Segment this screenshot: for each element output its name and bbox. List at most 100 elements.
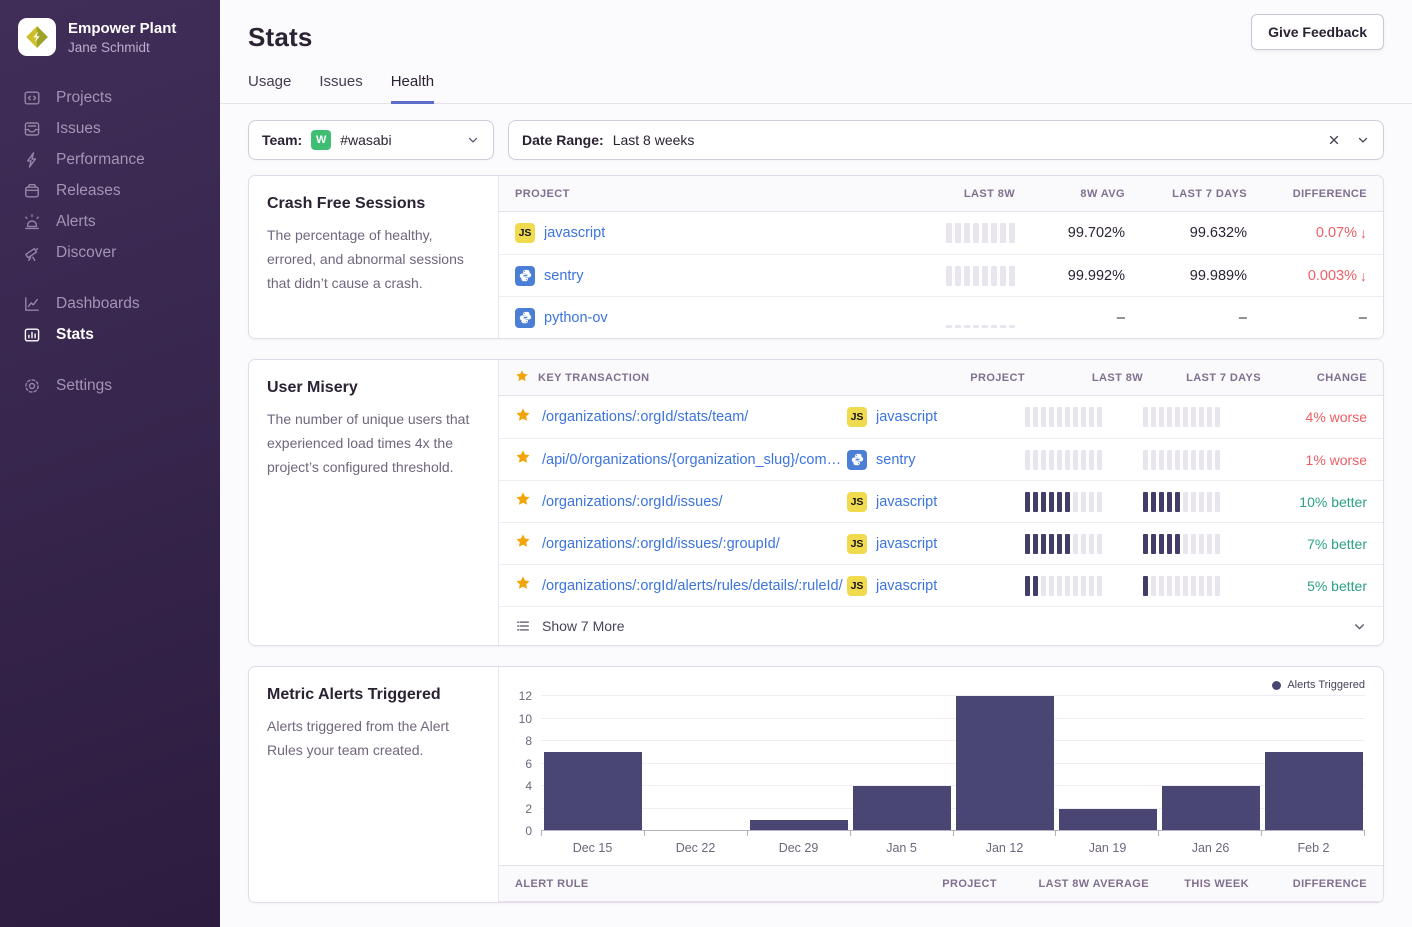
project-link[interactable]: javascript: [876, 536, 937, 552]
project-cell: python-ov: [515, 308, 875, 328]
chevron-down-icon[interactable]: [1356, 133, 1370, 147]
chevron-down-icon: [466, 133, 480, 147]
sidebar-item-settings[interactable]: Settings: [0, 370, 220, 401]
column-header: LAST 8W AVERAGE: [997, 878, 1149, 890]
sparkline-bars: [1025, 492, 1102, 512]
sidebar-item-stats[interactable]: Stats: [0, 319, 220, 350]
chart-body: 024681012: [509, 696, 1365, 831]
project-link[interactable]: javascript: [876, 494, 937, 510]
sidebar-item-dashboards[interactable]: Dashboards: [0, 288, 220, 319]
org-logo-icon: [18, 18, 56, 56]
team-label: Team:: [262, 132, 302, 148]
transaction-link[interactable]: /organizations/:orgId/issues/: [542, 494, 723, 510]
python-icon: [515, 308, 535, 328]
project-link[interactable]: javascript: [876, 578, 937, 594]
team-select[interactable]: Team: W #wasabi: [248, 120, 494, 160]
metric-alerts-panel: Metric Alerts Triggered Alerts triggered…: [248, 666, 1384, 903]
star-icon[interactable]: [515, 491, 531, 512]
page-content: Team: W #wasabi Date Range: Last 8 weeks: [220, 104, 1412, 923]
project-link[interactable]: javascript: [544, 225, 605, 241]
project-link[interactable]: sentry: [544, 268, 584, 284]
last-7-days-sparkline: [1143, 492, 1261, 512]
org-name: Empower Plant: [68, 20, 176, 38]
transaction-link[interactable]: /organizations/:orgId/issues/:groupId/: [542, 536, 780, 552]
user-name: Jane Schmidt: [68, 40, 176, 55]
date-range-label: Date Range:: [522, 132, 604, 148]
difference-value: –: [1247, 310, 1367, 326]
change-value: 7% better: [1261, 536, 1367, 552]
x-tick-label: Jan 19: [1056, 841, 1159, 855]
x-tick-label: Jan 12: [953, 841, 1056, 855]
clear-icon[interactable]: [1327, 133, 1341, 147]
x-tick-label: Jan 26: [1159, 841, 1262, 855]
bar-series: [541, 696, 1365, 831]
tab-issues[interactable]: Issues: [319, 73, 362, 104]
bar: [956, 696, 1054, 831]
bar: [853, 786, 951, 831]
table-row: JSjavascript99.702%99.632%0.07%↓: [499, 212, 1383, 254]
project-cell: JS javascript: [847, 492, 1025, 512]
sparkline-bars: [946, 223, 1015, 243]
date-range-select[interactable]: Date Range: Last 8 weeks: [508, 120, 1384, 160]
sidebar-item-issues[interactable]: Issues: [0, 113, 220, 144]
tab-usage[interactable]: Usage: [248, 73, 291, 104]
bar: [544, 752, 642, 831]
project-cell: sentry: [515, 266, 875, 286]
x-tick-label: Jan 5: [850, 841, 953, 855]
difference-value: 0.07%↓: [1247, 225, 1367, 241]
y-tick-label: 8: [525, 734, 532, 748]
give-feedback-button[interactable]: Give Feedback: [1251, 14, 1384, 50]
dashboards-icon: [23, 295, 41, 313]
table-row: /organizations/:orgId/issues/:groupId/JS…: [499, 522, 1383, 564]
column-header: CHANGE: [1261, 372, 1367, 384]
bar: [1059, 809, 1157, 832]
bar-slot: [541, 696, 644, 831]
star-icon[interactable]: [515, 533, 531, 554]
javascript-icon: JS: [847, 534, 867, 554]
transaction-link[interactable]: /api/0/organizations/{organization_slug}…: [542, 452, 847, 468]
column-header: THIS WEEK: [1149, 878, 1249, 890]
sidebar-item-label: Discover: [56, 244, 116, 262]
last-8w-sparkline: [1025, 534, 1143, 554]
sidebar-item-alerts[interactable]: Alerts: [0, 206, 220, 237]
project-link[interactable]: javascript: [876, 409, 937, 425]
star-icon[interactable]: [515, 575, 531, 596]
stats-icon: [23, 326, 41, 344]
metric-alerts-right: Alerts Triggered024681012Dec 15Dec 22Dec…: [499, 667, 1383, 902]
column-header: PROJECT: [759, 878, 997, 890]
arrow-down-icon: ↓: [1360, 268, 1367, 284]
change-value: 1% worse: [1261, 452, 1367, 468]
javascript-icon: JS: [847, 492, 867, 512]
8w-avg-value: 99.992%: [1015, 268, 1125, 284]
show-more-button[interactable]: Show 7 More: [499, 606, 1383, 645]
project-cell: JSjavascript: [515, 223, 875, 243]
last-7-days-sparkline: [1143, 534, 1261, 554]
sidebar-item-performance[interactable]: Performance: [0, 144, 220, 175]
panel-title: Metric Alerts Triggered: [267, 686, 480, 704]
alerts-bar-chart: Alerts Triggered024681012Dec 15Dec 22Dec…: [499, 667, 1383, 865]
sidebar-item-discover[interactable]: Discover: [0, 237, 220, 268]
project-link[interactable]: python-ov: [544, 310, 608, 326]
star-icon[interactable]: [515, 407, 531, 428]
date-range-value: Last 8 weeks: [613, 132, 695, 148]
org-switcher[interactable]: Empower Plant Jane Schmidt: [0, 18, 220, 56]
sidebar-item-label: Settings: [56, 377, 112, 395]
x-tick-label: Feb 2: [1262, 841, 1365, 855]
page-title: Stats: [248, 22, 1384, 53]
last-8w-sparkline: [1025, 450, 1143, 470]
panel-description: Alerts triggered from the Alert Rules yo…: [267, 714, 480, 762]
sidebar-item-projects[interactable]: Projects: [0, 82, 220, 113]
legend-dot-icon: [1272, 681, 1281, 690]
column-header: DIFFERENCE: [1247, 188, 1367, 200]
chevron-down-icon[interactable]: [1352, 619, 1367, 634]
sidebar-item-releases[interactable]: Releases: [0, 175, 220, 206]
transaction-link[interactable]: /organizations/:orgId/stats/team/: [542, 409, 748, 425]
transaction-link[interactable]: /organizations/:orgId/alerts/rules/detai…: [542, 578, 843, 594]
key-transaction-cell: /organizations/:orgId/alerts/rules/detai…: [515, 575, 847, 596]
sidebar-item-label: Alerts: [56, 213, 96, 231]
project-link[interactable]: sentry: [876, 452, 916, 468]
bar: [1265, 752, 1363, 831]
y-tick-label: 0: [525, 824, 532, 838]
star-icon[interactable]: [515, 449, 531, 470]
tab-health[interactable]: Health: [391, 73, 434, 104]
